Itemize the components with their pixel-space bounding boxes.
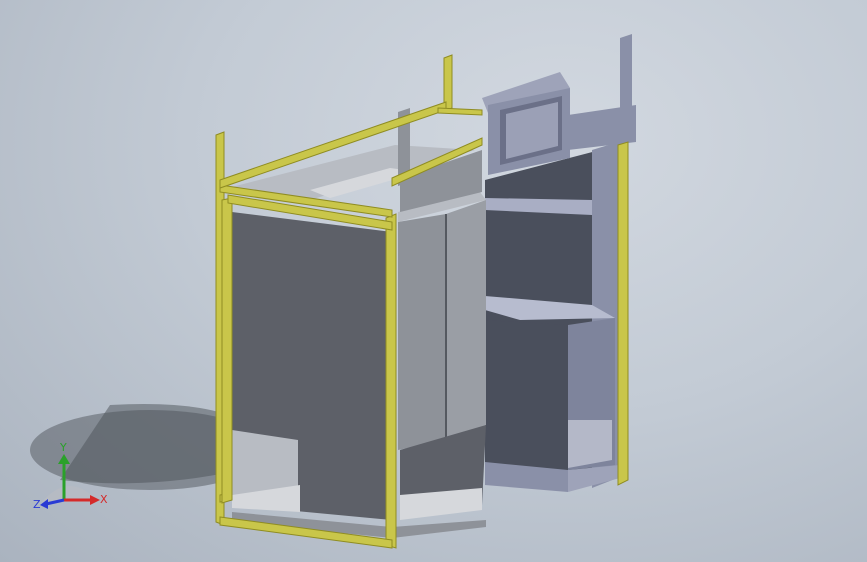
right-shelving-unit[interactable] (482, 34, 636, 492)
triad-y-label: Y (59, 441, 67, 454)
cad-model-view[interactable] (0, 0, 867, 562)
top-frame-box[interactable] (482, 72, 570, 175)
triad-z-label: Z (33, 498, 41, 511)
graphics-viewport[interactable]: Y X Z (0, 0, 867, 562)
orientation-triad[interactable]: Y X Z (30, 440, 110, 520)
triad-x-label: X (100, 493, 108, 506)
left-cabinet[interactable] (228, 108, 486, 538)
